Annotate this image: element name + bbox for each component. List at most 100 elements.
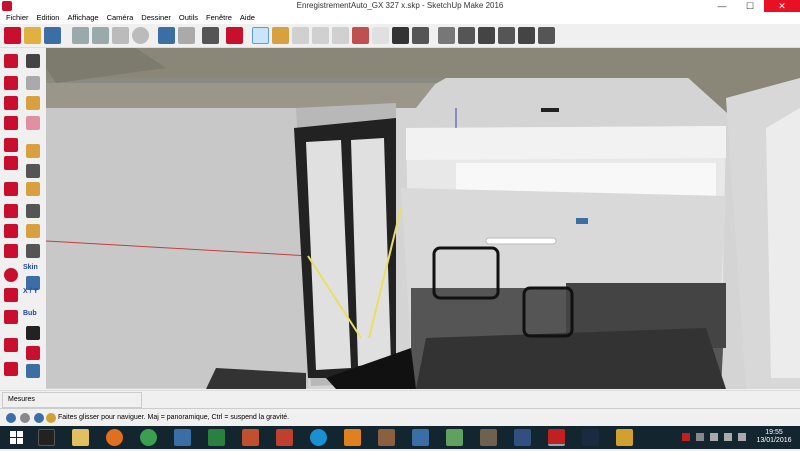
- line-icon[interactable]: [4, 182, 18, 196]
- left-view-icon[interactable]: [538, 27, 555, 44]
- user-icon[interactable]: [34, 413, 44, 423]
- word-icon[interactable]: [174, 429, 191, 446]
- menu-dessiner[interactable]: Dessiner: [137, 12, 175, 24]
- top-view-icon[interactable]: [458, 27, 475, 44]
- credits-icon[interactable]: [20, 413, 30, 423]
- offset-icon[interactable]: [4, 156, 18, 170]
- minimize-button[interactable]: —: [708, 0, 736, 12]
- start-screen-tile-icon[interactable]: [38, 429, 55, 446]
- pan-icon[interactable]: [272, 27, 289, 44]
- model-info-icon[interactable]: [226, 27, 243, 44]
- copy-icon[interactable]: [92, 27, 109, 44]
- eraser-icon[interactable]: [26, 116, 40, 130]
- geolocation-icon[interactable]: [6, 413, 16, 423]
- orbit-icon[interactable]: [252, 27, 269, 44]
- app-icon-5[interactable]: [616, 429, 633, 446]
- move-icon[interactable]: [4, 54, 18, 68]
- close-button[interactable]: ✕: [764, 0, 800, 12]
- chrome-icon[interactable]: [140, 429, 157, 446]
- maximize-button[interactable]: ☐: [736, 0, 764, 12]
- help-status-icon[interactable]: [46, 413, 56, 423]
- menu-affichage[interactable]: Affichage: [63, 12, 102, 24]
- paint-bucket-icon[interactable]: [26, 96, 40, 110]
- excel-icon[interactable]: [208, 429, 225, 446]
- walk-icon[interactable]: [412, 27, 429, 44]
- tray-alert-icon[interactable]: [682, 433, 690, 441]
- paste-icon[interactable]: [112, 27, 129, 44]
- front-view-icon[interactable]: [478, 27, 495, 44]
- zoom-extents-icon[interactable]: [332, 27, 349, 44]
- paint-app-icon[interactable]: [276, 429, 293, 446]
- xy-label[interactable]: X / Y: [23, 288, 38, 295]
- pie-icon[interactable]: [4, 338, 18, 352]
- component-icon[interactable]: [26, 76, 40, 90]
- windows-start-icon[interactable]: [0, 426, 34, 449]
- redo-icon[interactable]: [178, 27, 195, 44]
- tool-palette: Skin X / Y Bub: [0, 48, 46, 390]
- open-folder-icon[interactable]: [24, 27, 41, 44]
- look-around-icon[interactable]: [392, 27, 409, 44]
- circle-icon[interactable]: [4, 268, 18, 282]
- menu-aide[interactable]: Aide: [236, 12, 259, 24]
- 3d-viewport[interactable]: [46, 48, 800, 389]
- volume-icon[interactable]: [738, 433, 746, 441]
- dimension-icon[interactable]: [26, 164, 40, 178]
- two-point-arc-icon[interactable]: [4, 310, 18, 324]
- follow-me-icon[interactable]: [4, 116, 18, 130]
- clock[interactable]: 19:55 13/01/2016: [754, 429, 794, 445]
- menu-outils[interactable]: Outils: [175, 12, 202, 24]
- menu-fenetre[interactable]: Fenêtre: [202, 12, 236, 24]
- arc-icon[interactable]: [4, 288, 18, 302]
- app-icon-1[interactable]: [378, 429, 395, 446]
- erase-icon[interactable]: [132, 27, 149, 44]
- previous-view-icon[interactable]: [352, 27, 369, 44]
- firefox-icon[interactable]: [106, 429, 123, 446]
- sketchup-taskbar-icon[interactable]: [548, 429, 565, 446]
- new-model-icon[interactable]: [4, 27, 21, 44]
- menu-fichier[interactable]: Fichier: [2, 12, 33, 24]
- tape-measure-icon[interactable]: [26, 144, 40, 158]
- text-icon[interactable]: [26, 204, 40, 218]
- position-camera-icon[interactable]: [372, 27, 389, 44]
- zoom-icon[interactable]: [292, 27, 309, 44]
- app-icon-2[interactable]: [412, 429, 429, 446]
- help-icon[interactable]: [26, 364, 40, 378]
- iso-view-icon[interactable]: [438, 27, 455, 44]
- rectangle-icon[interactable]: [4, 224, 18, 238]
- powerpoint-icon[interactable]: [242, 429, 259, 446]
- protractor-icon[interactable]: [26, 182, 40, 196]
- gimp-icon[interactable]: [480, 429, 497, 446]
- section-plane-icon[interactable]: [4, 362, 18, 376]
- print-icon[interactable]: [202, 27, 219, 44]
- file-explorer-icon[interactable]: [72, 429, 89, 446]
- menu-camera[interactable]: Caméra: [103, 12, 138, 24]
- app-icon-3[interactable]: [446, 429, 463, 446]
- status-bar: Faites glisser pour naviguer. Maj = pano…: [0, 408, 800, 426]
- tray-expand-icon[interactable]: [696, 433, 704, 441]
- rotate-icon[interactable]: [4, 96, 18, 110]
- axes-icon[interactable]: [26, 224, 40, 238]
- freehand-icon[interactable]: [4, 204, 18, 218]
- menu-edition[interactable]: Edition: [33, 12, 64, 24]
- stop-icon[interactable]: [26, 346, 40, 360]
- vlc-icon[interactable]: [344, 429, 361, 446]
- bub-label[interactable]: Bub: [23, 310, 37, 317]
- push-pull-icon[interactable]: [4, 76, 18, 90]
- zoom-window-icon[interactable]: [312, 27, 329, 44]
- select-arrow-icon[interactable]: [26, 54, 40, 68]
- app-icon-4[interactable]: [514, 429, 531, 446]
- undo-icon[interactable]: [158, 27, 175, 44]
- cut-icon[interactable]: [72, 27, 89, 44]
- back-view-icon[interactable]: [518, 27, 535, 44]
- battery-icon[interactable]: [724, 433, 732, 441]
- 3d-text-icon[interactable]: [26, 244, 40, 258]
- polygon-icon[interactable]: [4, 244, 18, 258]
- skype-icon[interactable]: [310, 429, 327, 446]
- skin-label[interactable]: Skin: [23, 264, 38, 271]
- play-icon[interactable]: [26, 326, 40, 340]
- right-view-icon[interactable]: [498, 27, 515, 44]
- scale-icon[interactable]: [4, 138, 18, 152]
- steam-icon[interactable]: [582, 429, 599, 446]
- network-icon[interactable]: [710, 433, 718, 441]
- save-icon[interactable]: [44, 27, 61, 44]
